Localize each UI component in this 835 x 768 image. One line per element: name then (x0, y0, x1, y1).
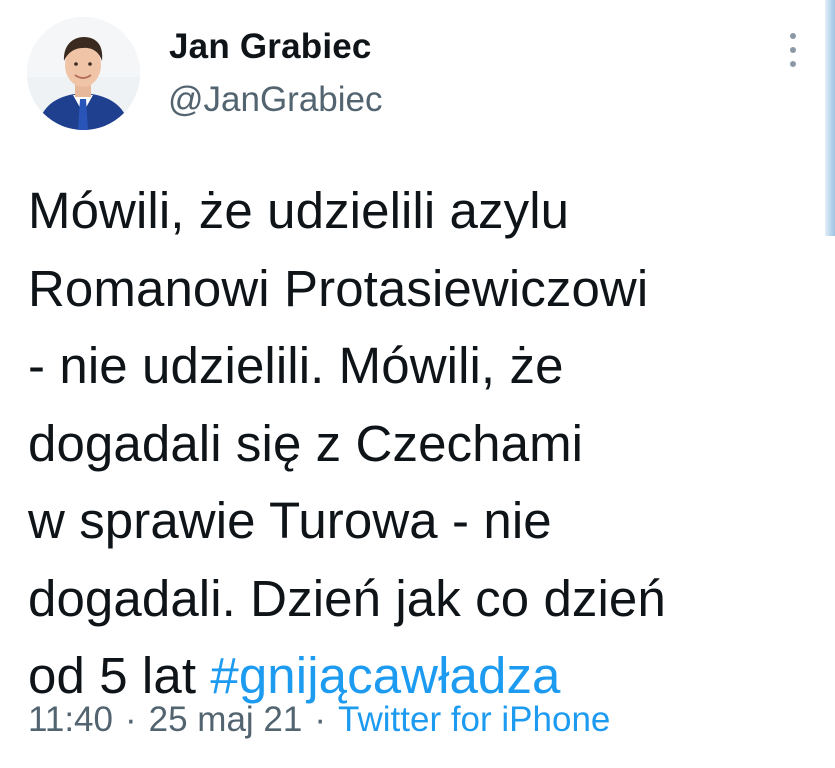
tweet-text-line: Mówili, że udzielili azylu (28, 182, 570, 239)
tweet-text-line: - nie udzielili. Mówili, że (28, 337, 564, 394)
tweet-text-line: w sprawie Turowa - nie (28, 492, 552, 549)
tweet: Jan Grabiec @JanGrabiec Mówili, że udzie… (0, 0, 835, 768)
more-dot (790, 47, 796, 53)
author-handle[interactable]: @JanGrabiec (168, 80, 383, 120)
meta-separator: · (125, 700, 137, 739)
author-name[interactable]: Jan Grabiec (169, 27, 372, 67)
tweet-time[interactable]: 11:40 (28, 700, 113, 739)
avatar[interactable] (27, 17, 140, 130)
avatar-photo (27, 17, 140, 130)
more-dot (790, 61, 796, 67)
tweet-text-line: dogadali. Dzień jak co dzień (28, 569, 666, 627)
more-dot (790, 33, 796, 39)
tweet-date[interactable]: 25 maj 21 (149, 700, 303, 739)
tweet-text-line: Romanowi Protasiewiczowi (28, 259, 649, 317)
tweet-text: Mówili, że udzielili azylu Romanowi Prot… (28, 172, 788, 715)
tweet-text-line: dogadali się z Czechami (28, 414, 584, 472)
scrollbar[interactable] (825, 0, 835, 236)
tweet-text-prefix: od 5 lat (28, 647, 211, 704)
hashtag-link[interactable]: #gnijącawładza (210, 647, 560, 704)
tweet-source-link[interactable]: Twitter for iPhone (338, 700, 610, 739)
more-vertical-icon[interactable] (782, 33, 804, 67)
meta-separator: · (314, 700, 327, 739)
tweet-meta: 11:40 · 25 maj 21 · Twitter for iPhone (28, 700, 610, 740)
